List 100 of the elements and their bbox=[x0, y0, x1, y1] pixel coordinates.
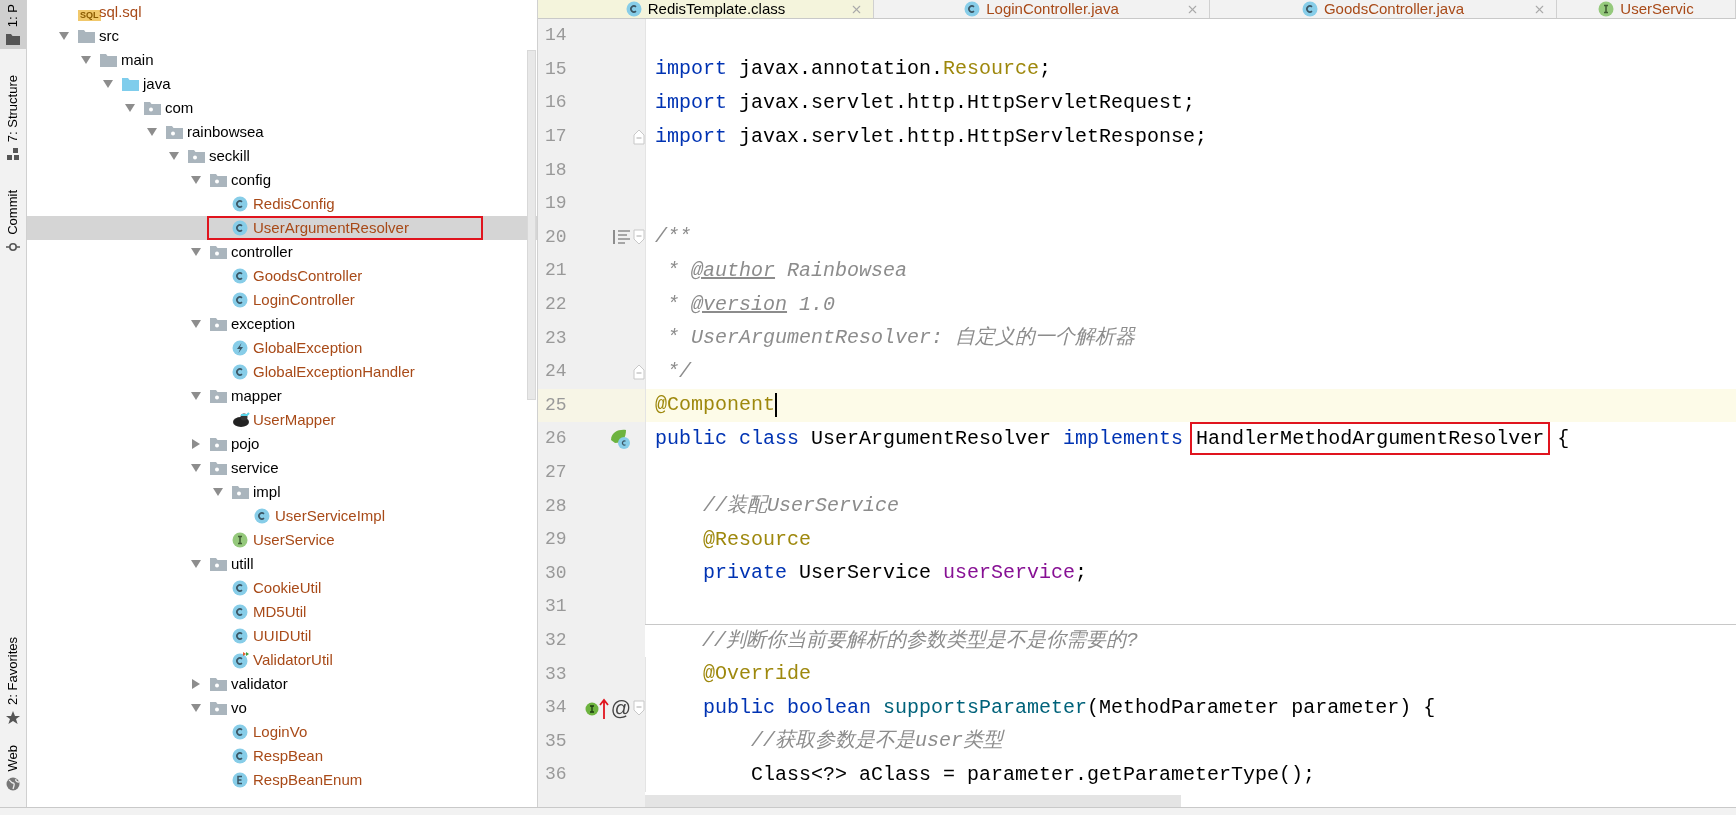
code-line: /** bbox=[655, 224, 691, 251]
tree-item[interactable]: RespBean bbox=[27, 744, 537, 768]
tree-item[interactable]: config bbox=[27, 168, 537, 192]
editor-tab[interactable]: LoginController.java bbox=[874, 0, 1210, 18]
tree-item[interactable]: GoodsController bbox=[27, 264, 537, 288]
expand-arrow-icon[interactable] bbox=[191, 559, 201, 569]
class-icon bbox=[232, 580, 248, 596]
tree-item[interactable]: pojo bbox=[27, 432, 537, 456]
tree-item-label: RespBean bbox=[253, 745, 324, 766]
class-icon bbox=[232, 748, 248, 764]
line-number: 30 bbox=[544, 561, 568, 585]
text-cursor bbox=[775, 393, 778, 418]
expand-arrow-icon[interactable] bbox=[103, 79, 113, 89]
tree-item[interactable]: UUIDUtil bbox=[27, 624, 537, 648]
annotation-marker[interactable]: @ bbox=[610, 697, 631, 718]
tree-item-label: utill bbox=[231, 553, 254, 574]
tree-item[interactable]: SQLsql.sql bbox=[27, 0, 537, 24]
tree-item-label: UserServiceImpl bbox=[275, 505, 386, 526]
tree-item-label: GlobalExceptionHandler bbox=[253, 361, 415, 382]
tree-item-label: LoginController bbox=[253, 289, 355, 310]
fold-icon[interactable] bbox=[633, 363, 645, 380]
tool-window-button[interactable]: 2: Favorites bbox=[0, 632, 26, 729]
line-number: 20 bbox=[544, 225, 568, 249]
tree-item-label: pojo bbox=[231, 433, 260, 454]
doc-render-icon[interactable] bbox=[613, 229, 631, 246]
expand-arrow-icon[interactable] bbox=[191, 247, 201, 257]
code-line: public class UserArgumentResolver implements HandlerMethodArgumentResolver { bbox=[655, 423, 1570, 454]
class-icon bbox=[232, 628, 248, 644]
editor-tab[interactable]: UserServic bbox=[1557, 0, 1736, 18]
tree-item[interactable]: exception bbox=[27, 312, 537, 336]
line-number: 17 bbox=[544, 125, 568, 149]
folder-icon bbox=[78, 29, 95, 43]
commit-icon bbox=[6, 241, 20, 254]
expand-arrow-icon[interactable] bbox=[125, 103, 135, 113]
line-number: 24 bbox=[544, 360, 568, 384]
code-line: import javax.servlet.http.HttpServletRequest; bbox=[655, 90, 1196, 116]
tree-item[interactable]: GlobalException bbox=[27, 336, 537, 360]
bean-icon[interactable] bbox=[609, 427, 631, 450]
expand-arrow-icon[interactable] bbox=[191, 463, 201, 473]
line-number: 25 bbox=[544, 393, 568, 417]
code-line: @Resource bbox=[702, 526, 812, 553]
class-icon bbox=[232, 724, 248, 740]
expand-arrow-icon[interactable] bbox=[191, 439, 201, 449]
tool-window-button[interactable]: Web bbox=[0, 740, 26, 795]
folder-icon bbox=[100, 53, 117, 67]
tree-item[interactable]: LoginController bbox=[27, 288, 537, 312]
expand-arrow-icon[interactable] bbox=[81, 55, 91, 65]
fold-icon[interactable] bbox=[633, 699, 645, 716]
tree-item[interactable]: controller bbox=[27, 240, 537, 264]
tree-item[interactable]: UserService bbox=[27, 528, 537, 552]
package-icon bbox=[210, 701, 227, 715]
tree-item[interactable]: LoginVo bbox=[27, 720, 537, 744]
expand-arrow-icon[interactable] bbox=[147, 127, 157, 137]
code-line: import javax.servlet.http.HttpServletResponse; bbox=[655, 123, 1208, 150]
class-icon bbox=[232, 364, 248, 380]
implements-icon[interactable] bbox=[584, 696, 609, 719]
tree-item[interactable]: RedisConfig bbox=[27, 192, 537, 216]
tree-item[interactable]: UserMapper bbox=[27, 408, 537, 432]
expand-arrow-icon[interactable] bbox=[191, 679, 201, 689]
line-number: 22 bbox=[544, 293, 568, 317]
expand-arrow-icon[interactable] bbox=[191, 175, 201, 185]
tree-item[interactable]: src bbox=[27, 24, 537, 48]
tool-window-button[interactable]: Commit bbox=[0, 186, 26, 258]
expand-arrow-icon[interactable] bbox=[213, 487, 223, 497]
tree-item[interactable]: impl bbox=[27, 480, 537, 504]
tree-item[interactable]: mapper bbox=[27, 384, 537, 408]
tree-item[interactable]: java bbox=[27, 72, 537, 96]
tool-window-button[interactable]: 1: P bbox=[0, 0, 26, 50]
code-line: */ bbox=[666, 358, 691, 385]
scrollbar-thumb[interactable] bbox=[527, 50, 536, 400]
tree-item[interactable]: MD5Util bbox=[27, 600, 537, 624]
fold-icon[interactable] bbox=[633, 128, 645, 145]
expand-arrow-icon[interactable] bbox=[191, 703, 201, 713]
expand-arrow-icon[interactable] bbox=[59, 31, 69, 41]
tree-item[interactable]: main bbox=[27, 48, 537, 72]
tree-item[interactable]: vo bbox=[27, 696, 537, 720]
code-line: //获取参数是不是user类型 bbox=[750, 728, 1004, 755]
tree-item[interactable]: utill bbox=[27, 552, 537, 576]
tree-item[interactable]: seckill bbox=[27, 144, 537, 168]
class-icon bbox=[964, 1, 981, 17]
tree-item[interactable]: UserServiceImpl bbox=[27, 504, 537, 528]
tree-item[interactable]: validator bbox=[27, 672, 537, 696]
enum-icon bbox=[232, 772, 248, 788]
tree-item[interactable]: GlobalExceptionHandler bbox=[27, 360, 537, 384]
code-line: @Component bbox=[655, 392, 776, 419]
tree-item[interactable]: rainbowsea bbox=[27, 120, 537, 144]
tree-item[interactable]: CookieUtil bbox=[27, 576, 537, 600]
fold-icon[interactable] bbox=[633, 229, 645, 246]
expand-arrow-icon[interactable] bbox=[169, 151, 179, 161]
line-number: 14 bbox=[544, 24, 568, 48]
tree-item[interactable]: service bbox=[27, 456, 537, 480]
class-icon bbox=[232, 651, 249, 669]
tree-item[interactable]: ValidatorUtil bbox=[27, 648, 537, 672]
tree-item[interactable]: RespBeanEnum bbox=[27, 768, 537, 792]
expand-arrow-icon[interactable] bbox=[191, 319, 201, 329]
editor-tab[interactable]: GoodsController.java bbox=[1210, 0, 1557, 18]
tree-item[interactable]: com bbox=[27, 96, 537, 120]
editor-tab[interactable]: RedisTemplate.class bbox=[538, 0, 874, 18]
tool-window-button[interactable]: 7: Structure bbox=[0, 71, 26, 165]
expand-arrow-icon[interactable] bbox=[191, 391, 201, 401]
